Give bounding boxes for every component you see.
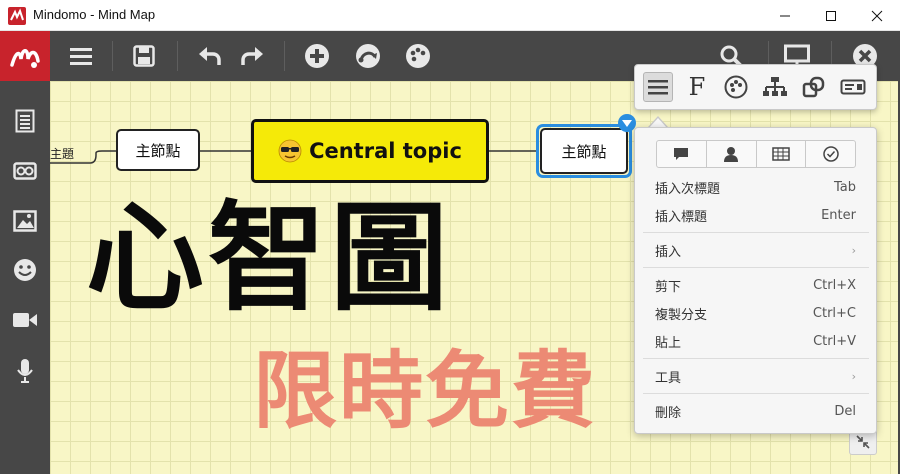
label-icon[interactable] [838, 72, 868, 102]
menu-item-insert[interactable]: 插入 › [635, 237, 876, 263]
sunglasses-emoji-icon [278, 139, 302, 163]
topic-format-toolbar: F [634, 64, 877, 110]
table-icon[interactable] [757, 141, 807, 167]
menu-item-label: 複製分支 [655, 307, 708, 323]
video-icon[interactable] [9, 304, 41, 336]
menu-icon[interactable] [65, 40, 97, 72]
menu-item-label: 插入 [655, 244, 682, 260]
font-icon[interactable]: F [682, 72, 712, 102]
maximize-button[interactable] [808, 0, 854, 31]
theme-palette-icon[interactable] [402, 40, 434, 72]
menu-item-cut[interactable]: 剪下 Ctrl+X [635, 272, 876, 298]
add-topic-icon[interactable] [301, 40, 333, 72]
menu-item-shortcut: Ctrl+V [813, 333, 856, 349]
mindomo-logo-icon[interactable] [0, 31, 50, 81]
submenu-chevron-icon: › [851, 243, 856, 257]
right-main-node[interactable]: 主節點 [540, 128, 628, 174]
menu-item-shortcut: Ctrl+X [813, 277, 856, 293]
structure-icon[interactable] [760, 72, 790, 102]
overlay-subtitle: 限時免費 [253, 342, 598, 440]
menu-item-paste[interactable]: 貼上 Ctrl+V [635, 328, 876, 354]
toolbar-divider [112, 41, 113, 71]
menu-item-label: 插入次標題 [655, 181, 721, 197]
menu-separator [643, 232, 869, 233]
submenu-chevron-icon: › [851, 369, 856, 383]
minimize-button[interactable] [762, 0, 808, 31]
menu-separator [643, 358, 869, 359]
central-topic-node[interactable]: Central topic [251, 119, 489, 183]
menu-separator [643, 393, 869, 394]
comment-icon[interactable] [657, 141, 707, 167]
menu-item-label: 刪除 [655, 405, 682, 421]
menu-item-label: 工具 [655, 370, 682, 386]
left-sidebar [0, 81, 50, 474]
topic-context-menu: 插入次標題 Tab 插入標題 Enter 插入 › 剪下 Ctrl+X 複製分支… [634, 127, 877, 434]
menu-item-tools[interactable]: 工具 › [635, 363, 876, 389]
font-glyph: F [688, 73, 706, 101]
menu-item-label: 插入標題 [655, 209, 708, 225]
menu-item-shortcut: Del [834, 403, 856, 419]
microphone-icon[interactable] [9, 355, 41, 387]
menu-item-shortcut: Ctrl+C [812, 305, 856, 321]
undo-icon[interactable] [194, 40, 226, 72]
app-logo-icon [8, 7, 26, 25]
context-tab-group [656, 140, 856, 168]
link-icon[interactable] [9, 155, 41, 187]
left-main-node[interactable]: 主節點 [116, 129, 200, 171]
menu-item-label: 剪下 [655, 279, 682, 295]
menu-separator [643, 267, 869, 268]
partial-topic-label[interactable]: 主題 [50, 145, 74, 162]
central-topic-label: Central topic [309, 139, 462, 163]
menu-item-insert-subtopic[interactable]: 插入次標題 Tab [635, 174, 876, 200]
menu-item-copy-branch[interactable]: 複製分支 Ctrl+C [635, 300, 876, 326]
relationship-icon[interactable] [352, 40, 384, 72]
image-icon[interactable] [9, 205, 41, 237]
toolbar-divider [177, 41, 178, 71]
window-title: Mindomo - Mind Map [33, 7, 156, 22]
menu-item-shortcut: Enter [821, 207, 856, 223]
notes-icon[interactable] [9, 105, 41, 137]
emoji-icon[interactable] [9, 254, 41, 286]
overlay-title: 心智圖 [86, 189, 453, 327]
menu-item-delete[interactable]: 刪除 Del [635, 398, 876, 424]
task-icon[interactable] [806, 141, 855, 167]
menu-item-shortcut: Tab [833, 179, 856, 195]
list-style-icon[interactable] [643, 72, 673, 102]
save-icon[interactable] [128, 40, 160, 72]
assign-icon[interactable] [707, 141, 757, 167]
menu-item-label: 貼上 [655, 335, 682, 351]
color-palette-icon[interactable] [721, 72, 751, 102]
window-title-bar: Mindomo - Mind Map [0, 0, 900, 31]
menu-item-insert-topic[interactable]: 插入標題 Enter [635, 202, 876, 228]
redo-icon[interactable] [236, 40, 268, 72]
close-window-button[interactable] [854, 0, 900, 31]
shape-icon[interactable] [799, 72, 829, 102]
toolbar-divider [284, 41, 285, 71]
